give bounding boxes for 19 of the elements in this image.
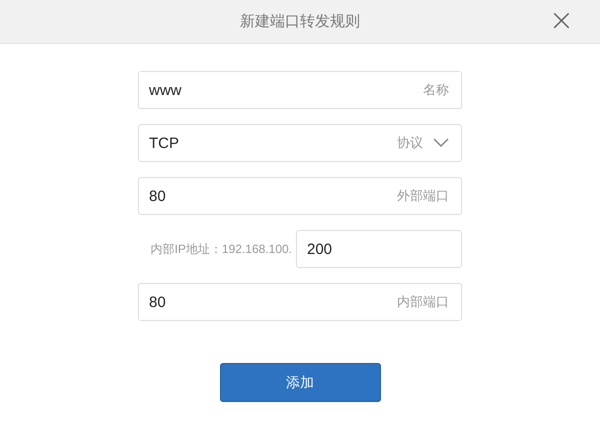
field-value: 200 — [307, 240, 332, 258]
ip-suffix-field[interactable]: 200 — [296, 230, 462, 268]
ip-prefix-label: 内部IP地址：192.168.100. — [150, 240, 292, 258]
field-value: 80 — [149, 294, 166, 310]
field-label: 协议 — [397, 135, 423, 152]
field-label: 内部端口 — [397, 294, 449, 311]
field-label: 外部端口 — [397, 188, 449, 205]
text-field[interactable]: 80 内部端口 — [138, 283, 462, 321]
protocol-select[interactable]: TCP 协议 — [138, 124, 462, 162]
field-value: www — [149, 82, 182, 98]
add-button[interactable]: 添加 — [220, 363, 380, 402]
field-label: 名称 — [423, 82, 449, 99]
text-field[interactable]: www 名称 — [138, 71, 462, 109]
field-value: TCP — [149, 134, 179, 152]
chevron-down-icon — [433, 138, 449, 148]
dialog-title: 新建端口转发规则 — [240, 12, 360, 31]
field-value: 80 — [149, 188, 166, 204]
text-field[interactable]: 80 外部端口 — [138, 177, 462, 215]
close-button[interactable]: × — [544, 6, 578, 36]
